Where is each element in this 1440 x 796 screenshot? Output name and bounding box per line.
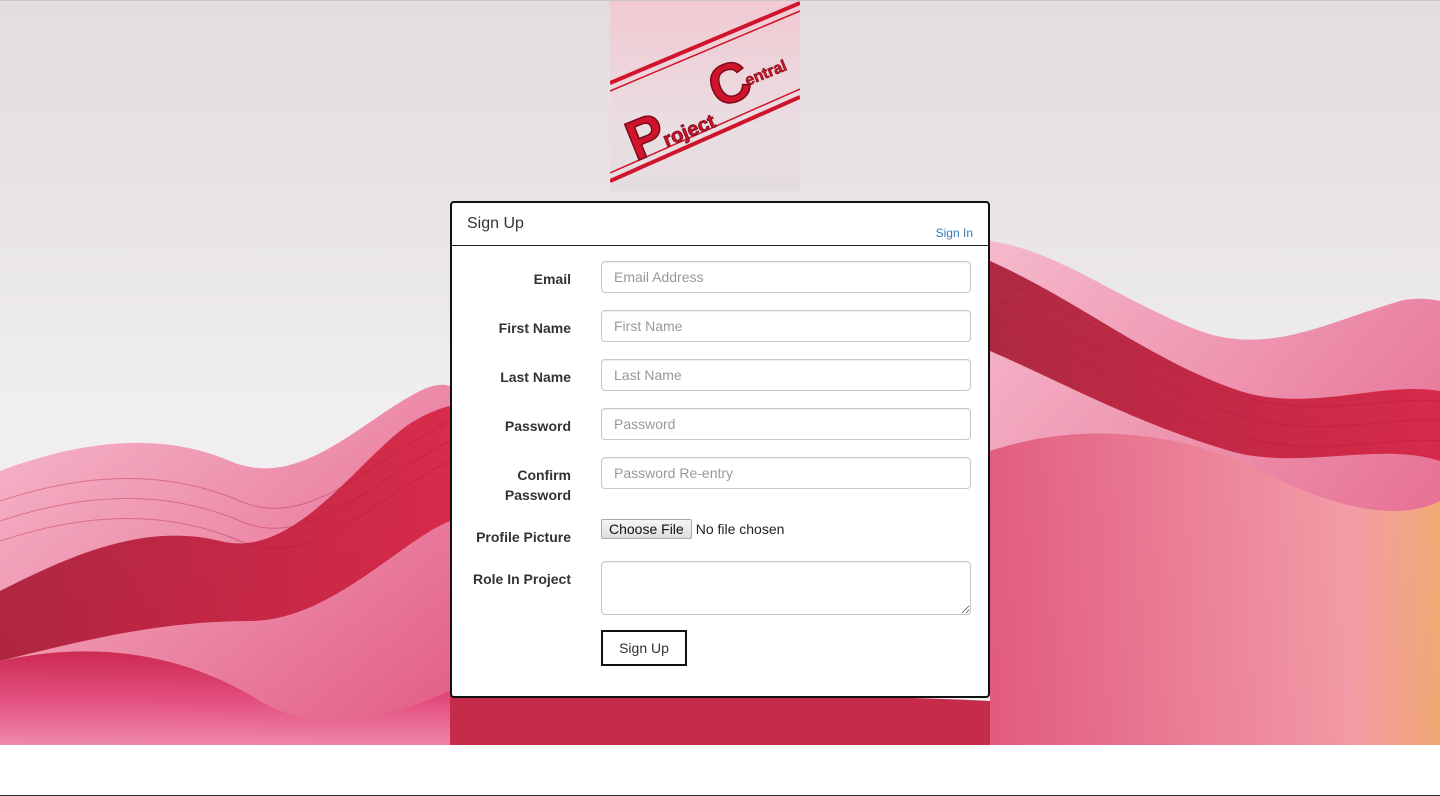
logo-graphic: P roject C entral bbox=[610, 1, 800, 183]
email-label: Email bbox=[533, 271, 571, 287]
profile-picture-file-input[interactable]: Choose File No file chosen bbox=[601, 519, 784, 539]
panel-title: Sign Up bbox=[467, 215, 524, 232]
password-input[interactable] bbox=[601, 408, 971, 440]
role-label: Role In Project bbox=[472, 571, 571, 587]
logo-word-entral: entral bbox=[743, 58, 790, 90]
last-name-input[interactable] bbox=[601, 359, 971, 391]
email-input[interactable] bbox=[601, 261, 971, 293]
project-central-logo: P roject C entral bbox=[610, 1, 800, 191]
last-name-label: Last Name bbox=[500, 369, 571, 385]
confirm-password-label-line1: Confirm bbox=[517, 467, 571, 483]
confirm-password-label: Confirm Password bbox=[451, 465, 571, 505]
signup-panel: Sign Up Sign In Email First Name Last Na… bbox=[450, 201, 990, 698]
sign-up-button[interactable]: Sign Up bbox=[601, 630, 687, 666]
role-textarea[interactable] bbox=[601, 561, 971, 615]
first-name-label: First Name bbox=[498, 320, 571, 336]
choose-file-button[interactable]: Choose File bbox=[601, 519, 692, 539]
confirm-password-input[interactable] bbox=[601, 457, 971, 489]
first-name-input[interactable] bbox=[601, 310, 971, 342]
password-label: Password bbox=[504, 418, 571, 434]
file-status-text: No file chosen bbox=[695, 521, 785, 537]
sign-in-link[interactable]: Sign In bbox=[936, 226, 973, 240]
page-footer-area bbox=[0, 745, 1440, 796]
panel-heading: Sign Up Sign In bbox=[452, 203, 988, 246]
profile-picture-label: Profile Picture bbox=[476, 529, 571, 545]
confirm-password-label-line2: Password bbox=[504, 487, 571, 503]
